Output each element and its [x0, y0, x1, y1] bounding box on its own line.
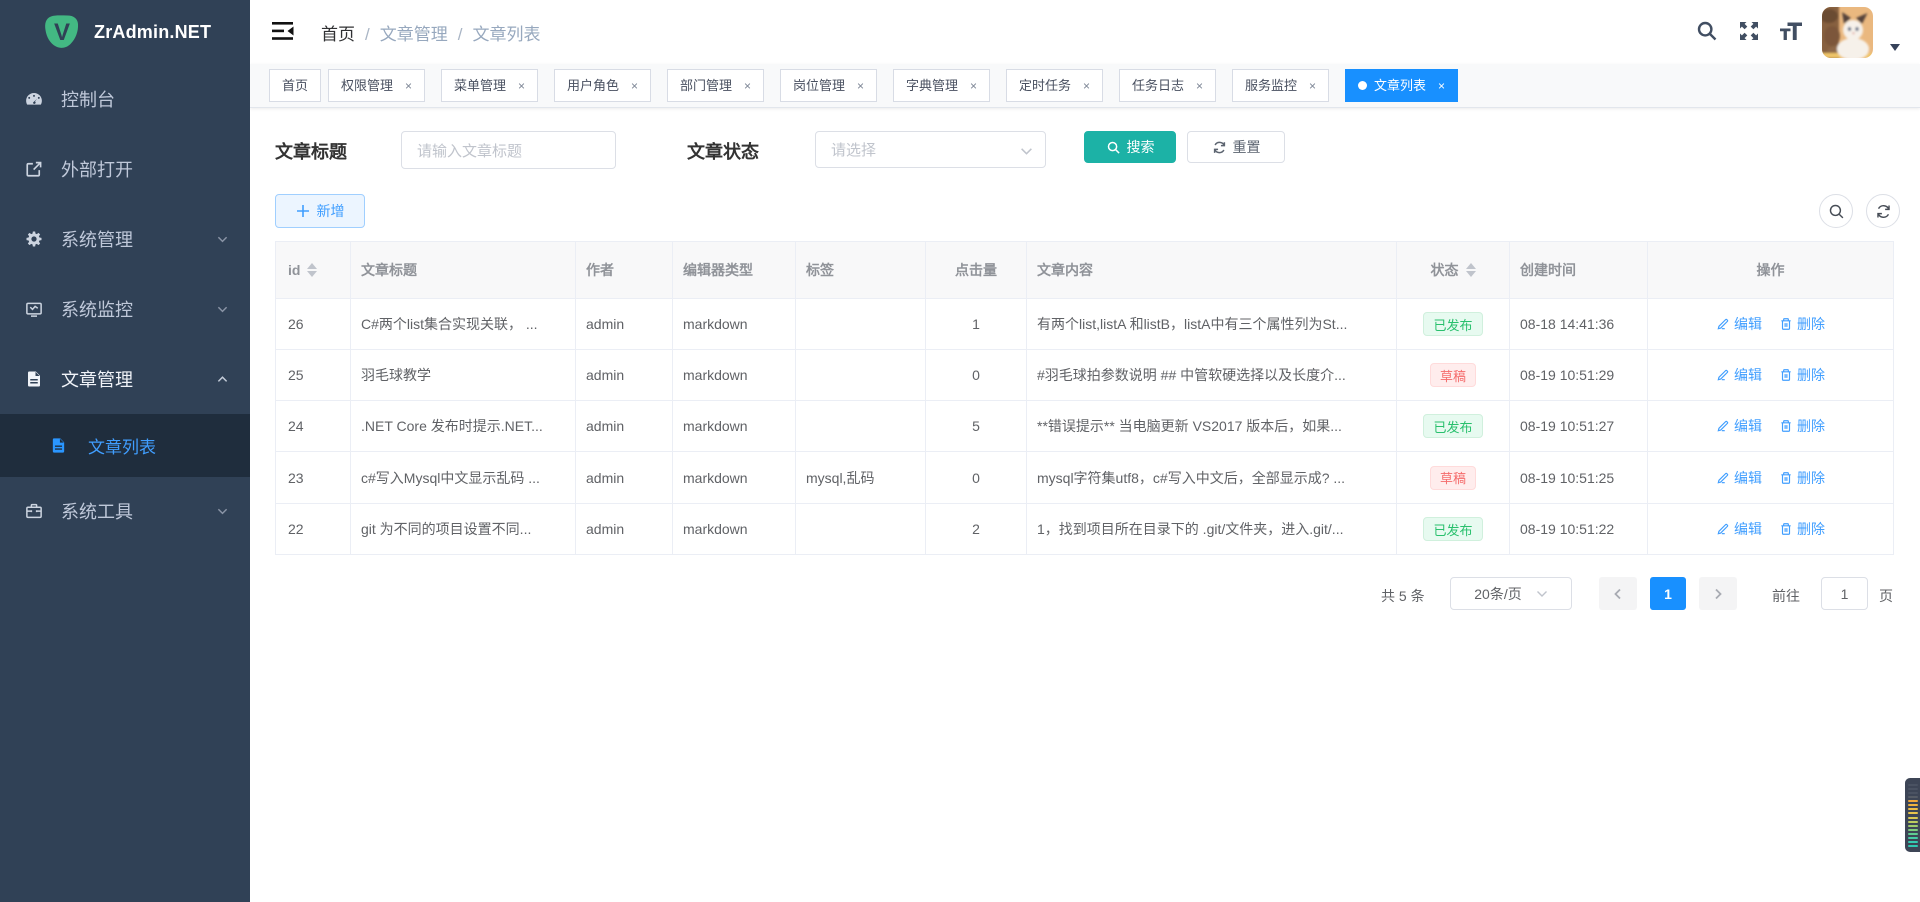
- svg-text:V: V: [54, 19, 70, 46]
